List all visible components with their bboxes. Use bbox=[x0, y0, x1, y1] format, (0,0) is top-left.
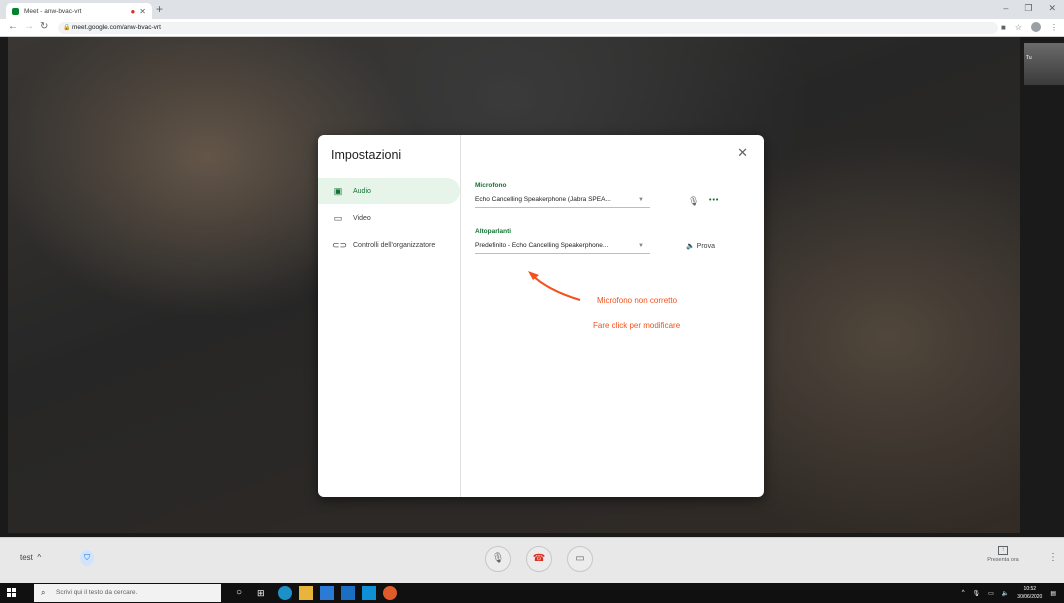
clock-date: 30/06/2020 bbox=[1017, 594, 1043, 600]
tab-close-icon[interactable]: ✕ bbox=[139, 7, 146, 16]
windows-taskbar: ⌕ Scrivi qui il testo da cercare. ○ ⊞ ^ … bbox=[0, 583, 1064, 603]
nav-label-video: Video bbox=[353, 214, 371, 222]
annotation-arrow bbox=[528, 271, 581, 301]
lock-icon: 🔒 bbox=[63, 25, 71, 31]
present-now-button[interactable]: ↑ Presenta ora bbox=[982, 546, 1024, 563]
nav-label-host-controls: Controlli dell'organizzatore bbox=[353, 241, 436, 249]
settings-sidebar: Impostazioni ▣ Audio ▭ Video ⊂⊃ Controll… bbox=[318, 135, 461, 497]
speaker-volume-icon: 🔈 bbox=[686, 243, 695, 250]
browser-tabstrip: Meet - anw-bvac-vrt ● ✕ + – ❐ ✕ bbox=[0, 0, 1064, 19]
network-icon[interactable]: ▭ bbox=[988, 590, 994, 597]
taskbar-clock[interactable]: 10:52 30/06/2020 bbox=[1017, 585, 1042, 601]
microphone-selected-value: Echo Cancelling Speakerphone (Jabra SPEA… bbox=[475, 196, 611, 203]
task-view-icon[interactable]: ⊞ bbox=[257, 586, 271, 600]
browser-toolbar: ← → ↻ 🔒 meet.google.com/anw-bvac-vrt ■ ☆… bbox=[0, 19, 1064, 37]
meeting-name: test bbox=[20, 553, 33, 562]
test-speakers-label: Prova bbox=[696, 243, 715, 250]
browser-tab-meet[interactable]: Meet - anw-bvac-vrt ● ✕ bbox=[6, 3, 152, 19]
edge-browser-icon[interactable] bbox=[278, 586, 292, 600]
hang-up-icon: ☎ bbox=[532, 553, 546, 564]
more-options-button[interactable]: ••• bbox=[709, 197, 719, 204]
microphone-label: Microfono bbox=[475, 182, 507, 189]
system-tray: ^ 🎙 ▭ 🔈 10:52 30/06/2020 ▤ bbox=[962, 583, 1056, 603]
mail-icon[interactable] bbox=[341, 586, 355, 600]
windows-start-icon[interactable] bbox=[7, 588, 17, 598]
toggle-icon: ⊂⊃ bbox=[332, 239, 348, 250]
search-icon: ⌕ bbox=[41, 588, 46, 597]
volume-icon[interactable]: 🔈 bbox=[1002, 590, 1009, 597]
profile-avatar[interactable] bbox=[1031, 22, 1041, 32]
browser-right-icons: ■ ☆ ⋮ bbox=[1001, 22, 1058, 32]
speakers-label: Altoparlanti bbox=[475, 228, 512, 235]
chevron-down-icon: ▼ bbox=[638, 243, 644, 249]
new-tab-icon[interactable]: + bbox=[156, 2, 163, 16]
video-camera-icon: ▭ bbox=[333, 212, 343, 223]
microphone-icon: 🎙 bbox=[688, 196, 700, 206]
meet-more-options-icon[interactable]: ⋮ bbox=[1048, 552, 1058, 563]
camera-indicator-icon[interactable]: ■ bbox=[1001, 23, 1006, 32]
restore-icon[interactable]: ❐ bbox=[1024, 3, 1032, 14]
speaker-device-icon: ▣ bbox=[333, 185, 343, 196]
microphone-select[interactable]: Echo Cancelling Speakerphone (Jabra SPEA… bbox=[475, 194, 650, 208]
test-speakers-button[interactable]: 🔈 Prova bbox=[686, 242, 715, 250]
tray-chevron-up-icon[interactable]: ^ bbox=[962, 590, 965, 596]
chevron-down-icon: ▼ bbox=[638, 197, 644, 203]
url-text: meet.google.com/anw-bvac-vrt bbox=[72, 24, 161, 31]
address-bar[interactable]: 🔒 meet.google.com/anw-bvac-vrt bbox=[58, 22, 998, 34]
bookmark-star-icon[interactable]: ☆ bbox=[1015, 23, 1022, 32]
clock-time: 10:52 bbox=[1023, 586, 1037, 592]
settings-nav-video[interactable]: ▭ Video bbox=[318, 205, 460, 231]
forward-icon[interactable]: → bbox=[24, 21, 34, 32]
self-view-label: Tu bbox=[1026, 55, 1032, 61]
microphone-icon: 🎙 bbox=[491, 553, 505, 564]
nav-label-audio: Audio bbox=[353, 187, 371, 195]
store-icon[interactable] bbox=[320, 586, 334, 600]
settings-nav-host-controls[interactable]: ⊂⊃ Controlli dell'organizzatore bbox=[318, 232, 460, 258]
tray-mic-icon[interactable]: 🎙 bbox=[973, 590, 981, 597]
back-icon[interactable]: ← bbox=[8, 21, 18, 32]
file-explorer-icon[interactable] bbox=[299, 586, 313, 600]
video-camera-icon: ▭ bbox=[575, 553, 585, 564]
browser-menu-icon[interactable]: ⋮ bbox=[1050, 23, 1058, 32]
window-close-icon[interactable]: ✕ bbox=[1048, 3, 1056, 14]
dialog-title: Impostazioni bbox=[331, 148, 402, 162]
meet-controls-bar: test ^ ⛉ 🎙 ☎ ▭ ↑ Presenta ora ⋮ bbox=[0, 537, 1064, 583]
self-view-tile[interactable]: Tu bbox=[1024, 43, 1064, 85]
shield-icon[interactable]: ⛉ bbox=[80, 550, 94, 566]
annotation-text-click-to-change: Fare click per modificare bbox=[593, 321, 681, 330]
notifications-icon[interactable]: ▤ bbox=[1050, 590, 1056, 597]
annotation-text-wrong-mic: Microfono non corretto bbox=[597, 296, 678, 305]
meeting-details-button[interactable]: test ^ bbox=[20, 553, 41, 562]
chrome-icon[interactable] bbox=[383, 586, 397, 600]
lens-app-icon[interactable] bbox=[362, 586, 376, 600]
camera-toggle-button[interactable]: ▭ bbox=[567, 546, 593, 572]
cortana-icon[interactable]: ○ bbox=[236, 586, 250, 600]
present-now-label: Presenta ora bbox=[987, 557, 1019, 563]
tab-title: Meet - anw-bvac-vrt bbox=[24, 7, 82, 15]
meet-favicon-icon bbox=[12, 7, 19, 15]
minimize-icon[interactable]: – bbox=[1003, 3, 1008, 14]
settings-dialog: Impostazioni ▣ Audio ▭ Video ⊂⊃ Controll… bbox=[318, 135, 764, 497]
taskbar-search-placeholder: Scrivi qui il testo da cercare. bbox=[56, 589, 138, 596]
dialog-close-icon[interactable]: ✕ bbox=[737, 145, 748, 161]
taskbar-search-box[interactable]: ⌕ Scrivi qui il testo da cercare. bbox=[34, 584, 221, 602]
settings-nav-audio[interactable]: ▣ Audio bbox=[318, 178, 460, 204]
chevron-up-icon: ^ bbox=[35, 553, 42, 562]
reload-icon[interactable]: ↻ bbox=[40, 21, 48, 32]
present-screen-icon: ↑ bbox=[998, 546, 1008, 555]
microphone-toggle-button[interactable]: 🎙 bbox=[485, 546, 511, 572]
record-dot-icon: ● bbox=[130, 6, 136, 16]
speakers-selected-value: Predefinito - Echo Cancelling Speakerpho… bbox=[475, 242, 609, 249]
speakers-select[interactable]: Predefinito - Echo Cancelling Speakerpho… bbox=[475, 240, 650, 254]
screen: Meet - anw-bvac-vrt ● ✕ + – ❐ ✕ ← → ↻ 🔒 … bbox=[0, 0, 1064, 603]
window-controls: – ❐ ✕ bbox=[1003, 3, 1056, 14]
end-call-button[interactable]: ☎ bbox=[526, 546, 552, 572]
